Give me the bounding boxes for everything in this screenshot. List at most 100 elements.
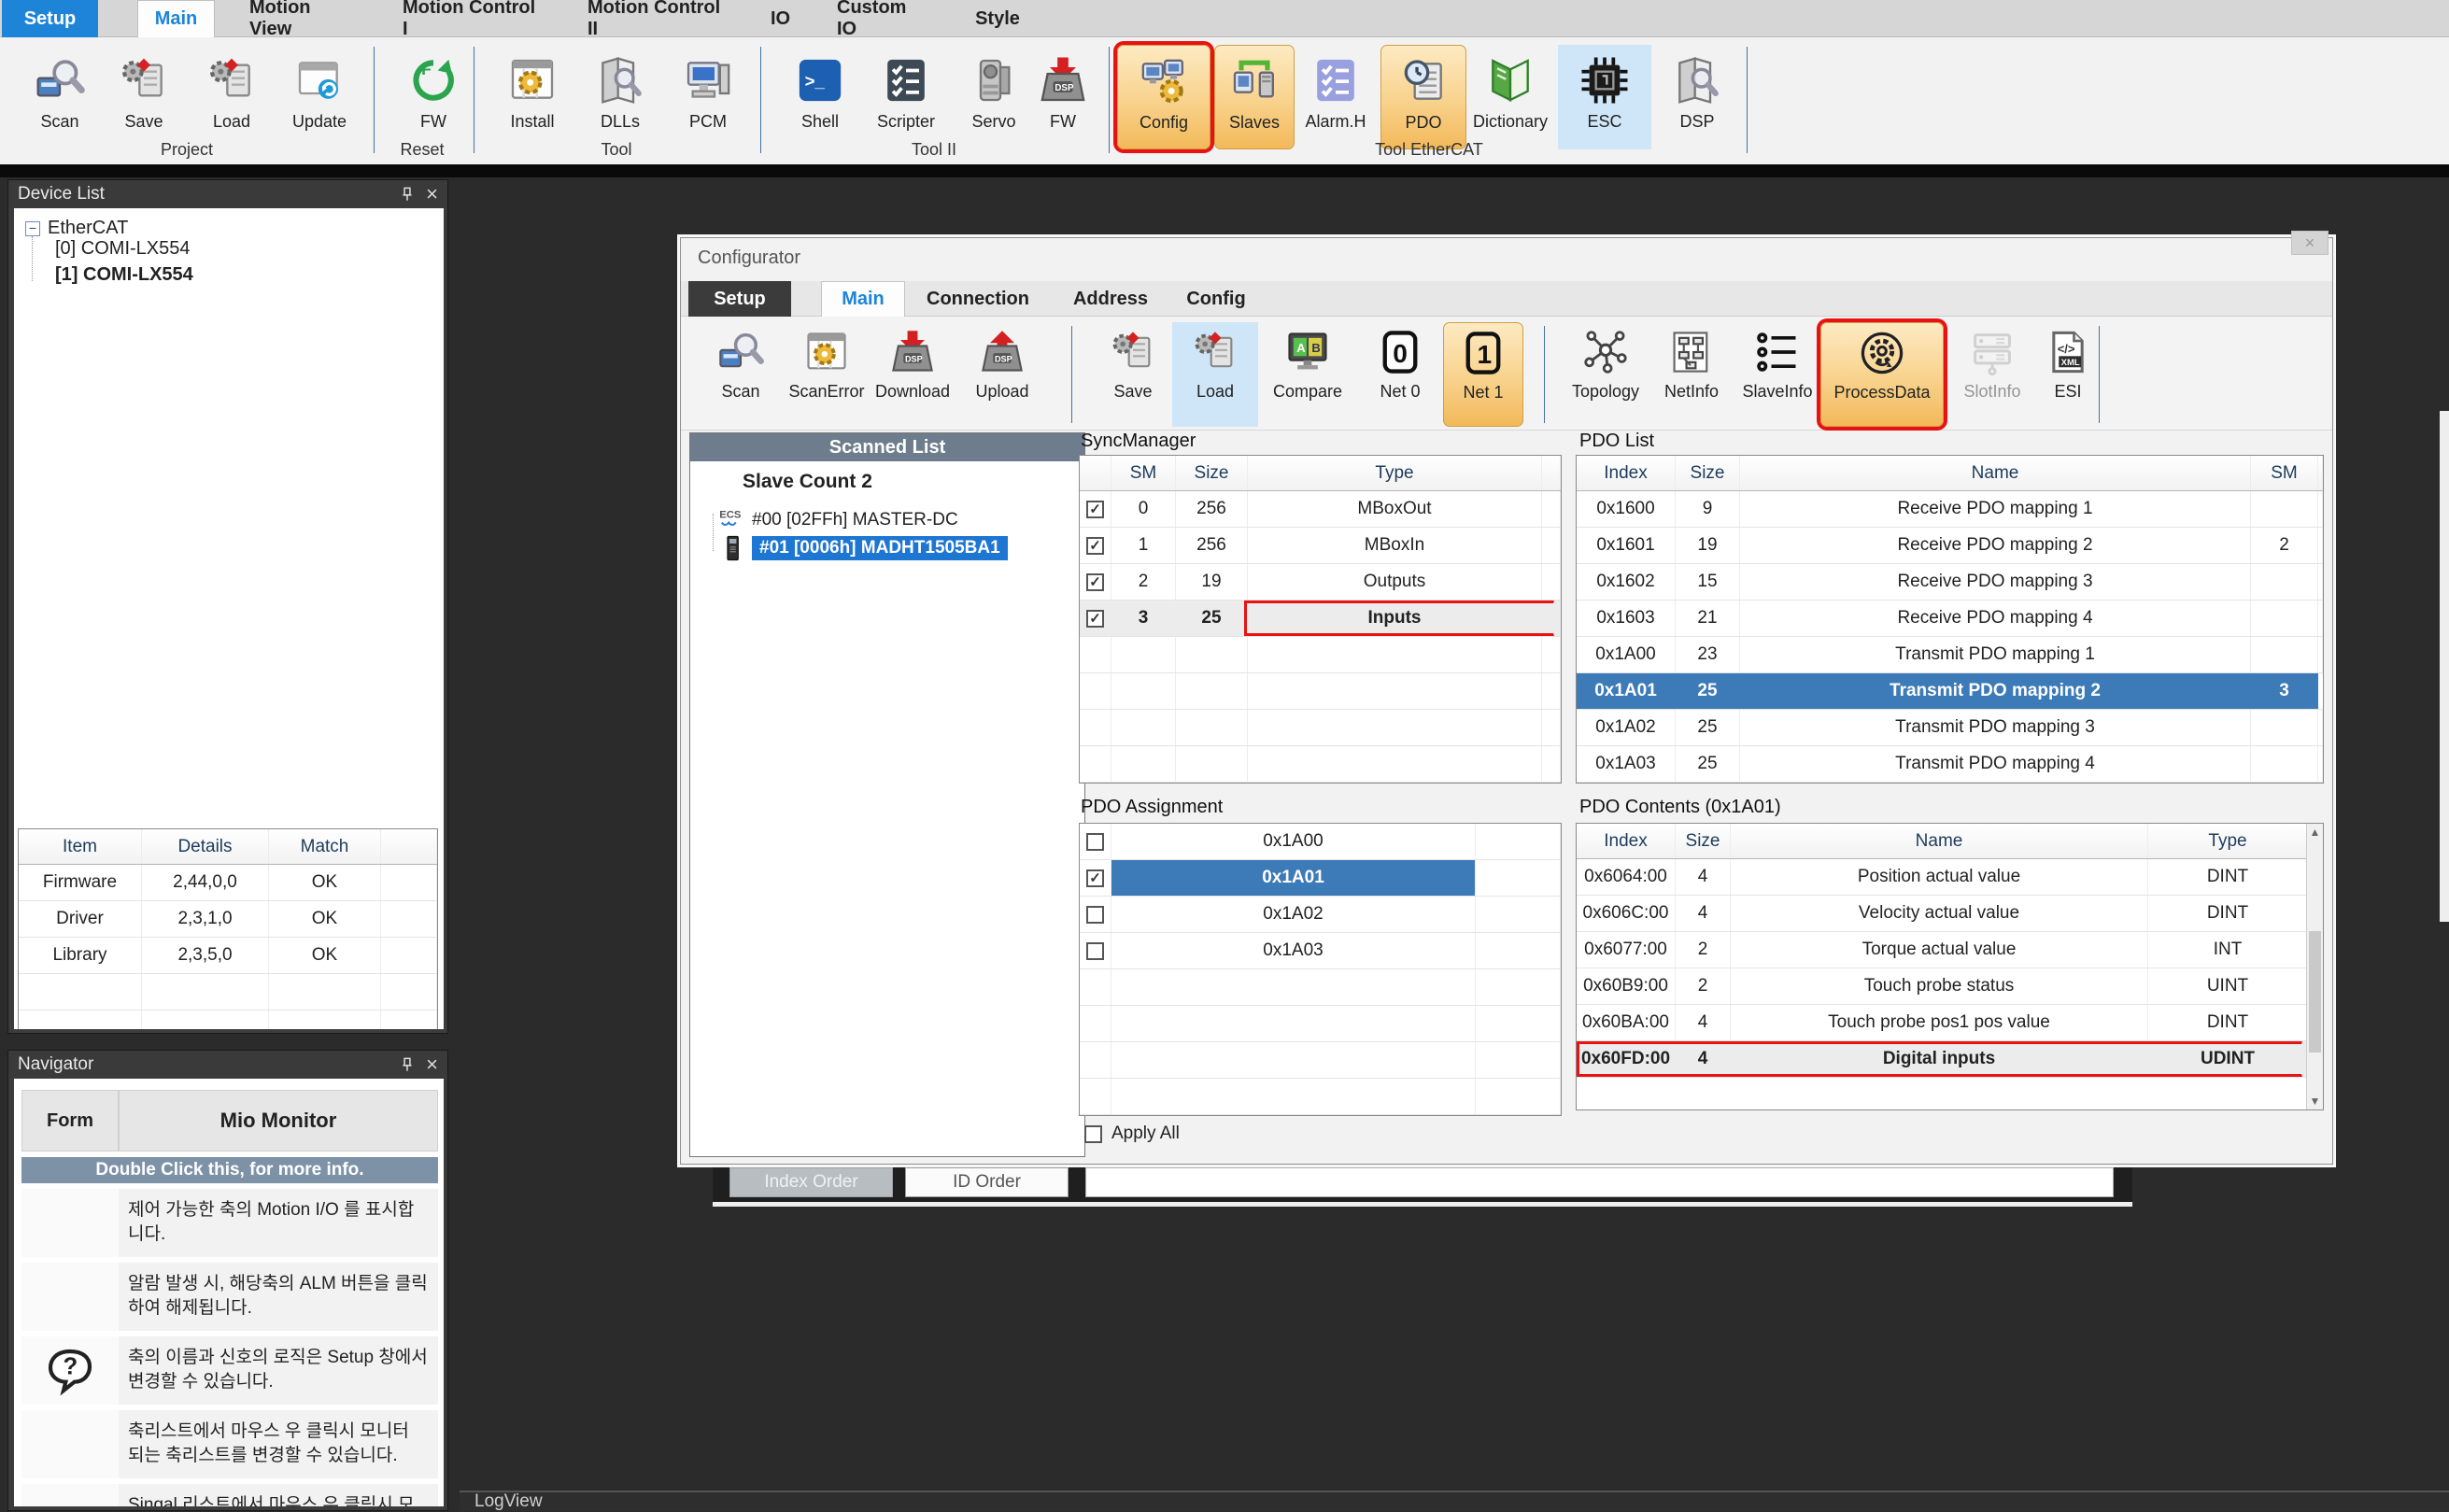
ribbon-button-config[interactable]: Config (1117, 45, 1210, 149)
scrollbar-thumb[interactable] (2309, 931, 2321, 1053)
tree-node-comi-1[interactable]: [1] COMI-LX554 (55, 264, 193, 286)
logview-panel[interactable]: LogView (460, 1491, 2449, 1511)
ribbon-button-scripter[interactable]: Scripter (867, 52, 945, 142)
pdo-contents-row[interactable]: 0x6064:004Position actual valueDINT (1577, 859, 2308, 896)
navigator-banner[interactable]: Double Click this, for more info. (21, 1157, 438, 1183)
syncmanager-row[interactable] (1080, 710, 1561, 746)
row-checkbox[interactable]: ✓ (1086, 869, 1104, 887)
dialog-button-load[interactable]: Load (1172, 322, 1258, 427)
row-checkbox[interactable] (1086, 833, 1104, 851)
row-checkbox[interactable] (1086, 906, 1104, 924)
dialog-button-scanerror[interactable]: ScanError (786, 322, 868, 427)
navigator-form-header[interactable]: Form (21, 1090, 119, 1152)
pdo-contents-row[interactable]: 0x6077:002Torque actual valueINT (1577, 932, 2308, 968)
pin-icon[interactable] (398, 185, 417, 204)
row-checkbox[interactable]: ✓ (1086, 610, 1104, 628)
dialog-button-slotinfo[interactable]: SlotInfo (1951, 322, 2033, 427)
close-icon[interactable]: × (426, 1055, 438, 1074)
pdo-assignment-row[interactable]: 0x1A03 (1080, 933, 1561, 969)
ribbon-button-alarm-h[interactable]: Alarm.H (1306, 52, 1366, 142)
table-row[interactable] (19, 1010, 437, 1029)
index-order-button[interactable]: Index Order (729, 1167, 893, 1197)
pdo-assignment-row[interactable]: ✓0x1A01 (1080, 860, 1561, 897)
ribbon-button-esc[interactable]: ESC (1558, 45, 1651, 149)
id-order-button[interactable]: ID Order (905, 1167, 1069, 1197)
ribbon-button-pcm[interactable]: PCM (669, 52, 747, 142)
pdo-assignment-row[interactable] (1080, 969, 1561, 1006)
syncmanager-row[interactable]: ✓0256MBoxOut (1080, 491, 1561, 528)
pdo-assignment-row[interactable] (1080, 1042, 1561, 1079)
ribbon-button-dsp[interactable]: DSP (1668, 52, 1726, 142)
pdo-list-row[interactable]: 0x1A0225Transmit PDO mapping 3 (1577, 710, 2323, 746)
background-window-field[interactable] (1085, 1167, 2114, 1197)
scanned-node-0[interactable]: #00 [02FFh] MASTER-DC (718, 506, 958, 534)
pdo-assignment-row[interactable]: 0x1A02 (1080, 897, 1561, 933)
pdo-list-row[interactable]: 0x1A0125Transmit PDO mapping 23 (1577, 673, 2323, 710)
pdo-list-row[interactable]: 0x1A0023Transmit PDO mapping 1 (1577, 637, 2323, 673)
tree-node-comi-0[interactable]: [0] COMI-LX554 (55, 238, 191, 260)
ribbon-button-fw[interactable]: FW (394, 52, 473, 142)
syncmanager-row[interactable] (1080, 637, 1561, 673)
ribbon-button-save[interactable]: Save (105, 52, 183, 142)
tab-setup[interactable]: Setup (2, 0, 98, 37)
table-row[interactable]: Library2,3,5,0OK (19, 938, 437, 974)
pdo-list-row[interactable]: 0x160321Receive PDO mapping 4 (1577, 601, 2323, 637)
dialog-tab-address[interactable]: Address (1071, 281, 1150, 317)
dialog-button-net-1[interactable]: Net 1 (1443, 322, 1523, 427)
scanned-node-1[interactable]: #01 [0006h] MADHT1505BA1 (718, 534, 1008, 562)
dialog-button-download[interactable]: Download (871, 322, 954, 427)
pdo-contents-row[interactable]: 0x606C:004Velocity actual valueDINT (1577, 896, 2308, 932)
pdo-list-row[interactable]: 0x16009Receive PDO mapping 1 (1577, 491, 2323, 528)
pdo-list-row[interactable]: 0x160119Receive PDO mapping 22 (1577, 528, 2323, 564)
syncmanager-row[interactable]: ✓219Outputs (1080, 564, 1561, 601)
scroll-down-arrow[interactable]: ▼ (2307, 1095, 2323, 1108)
dialog-button-slaveinfo[interactable]: SlaveInfo (1736, 322, 1819, 427)
pdo-list-row[interactable]: 0x160215Receive PDO mapping 3 (1577, 564, 2323, 601)
ribbon-button-scan[interactable]: Scan (21, 52, 99, 142)
tab-motion-control-ii[interactable]: Motion Control II (587, 0, 732, 37)
ribbon-button-dlls[interactable]: DLLs (581, 52, 659, 142)
ribbon-button-servo[interactable]: Servo (955, 52, 1033, 142)
dialog-button-save[interactable]: Save (1092, 322, 1174, 427)
pdo-assignment-row[interactable]: 0x1A00 (1080, 824, 1561, 860)
dialog-tab-main[interactable]: Main (821, 281, 905, 317)
pdo-assignment-row[interactable] (1080, 1006, 1561, 1042)
row-checkbox[interactable]: ✓ (1086, 537, 1104, 555)
pdo-assignment-row[interactable] (1080, 1079, 1561, 1115)
tab-style[interactable]: Style (971, 0, 1024, 37)
tab-main[interactable]: Main (137, 0, 215, 37)
table-row[interactable]: Firmware2,44,0,0OK (19, 865, 437, 901)
dialog-button-net-0[interactable]: Net 0 (1363, 322, 1437, 427)
vertical-scrollbar[interactable]: ▲▼ (2306, 824, 2323, 1109)
dialog-button-processdata[interactable]: ProcessData (1820, 322, 1944, 427)
table-row[interactable] (19, 974, 437, 1010)
scroll-up-arrow[interactable]: ▲ (2307, 826, 2323, 839)
pdo-contents-row[interactable]: 0x60B9:002Touch probe statusUINT (1577, 968, 2308, 1005)
dialog-button-netinfo[interactable]: NetInfo (1650, 322, 1733, 427)
tree-node-ethercat[interactable]: − EtherCAT (25, 218, 128, 239)
collapse-icon[interactable]: − (25, 221, 40, 236)
syncmanager-row[interactable] (1080, 673, 1561, 710)
tab-motion-view[interactable]: Motion View (249, 0, 352, 37)
dialog-button-esi[interactable]: ESI (2035, 322, 2101, 427)
table-row[interactable]: Driver2,3,1,0OK (19, 901, 437, 938)
dialog-close-button[interactable]: × (2291, 231, 2329, 255)
apply-all-checkbox[interactable] (1084, 1125, 1102, 1143)
dialog-button-upload[interactable]: Upload (961, 322, 1043, 427)
syncmanager-row[interactable]: ✓325Inputs (1080, 601, 1561, 637)
pdo-list-row[interactable]: 0x1A0325Transmit PDO mapping 4 (1577, 746, 2323, 783)
navigator-titlebar[interactable]: Navigator × (8, 1051, 447, 1079)
navigator-monitor-header[interactable]: Mio Monitor (119, 1090, 438, 1152)
device-list-titlebar[interactable]: Device List × (8, 180, 447, 208)
ribbon-button-load[interactable]: Load (192, 52, 271, 142)
row-checkbox[interactable] (1086, 942, 1104, 960)
ribbon-button-pdo[interactable]: PDO (1380, 45, 1466, 149)
dialog-button-compare[interactable]: Compare (1264, 322, 1352, 427)
dialog-button-scan[interactable]: Scan (700, 322, 782, 427)
dialog-tab-connection[interactable]: Connection (926, 281, 1030, 317)
ribbon-button-install[interactable]: Install (493, 52, 572, 142)
pin-icon[interactable] (398, 1055, 417, 1074)
ribbon-button-fw[interactable]: FW (1024, 52, 1102, 142)
ribbon-button-dictionary[interactable]: Dictionary (1478, 52, 1543, 142)
tab-io[interactable]: IO (763, 0, 798, 37)
